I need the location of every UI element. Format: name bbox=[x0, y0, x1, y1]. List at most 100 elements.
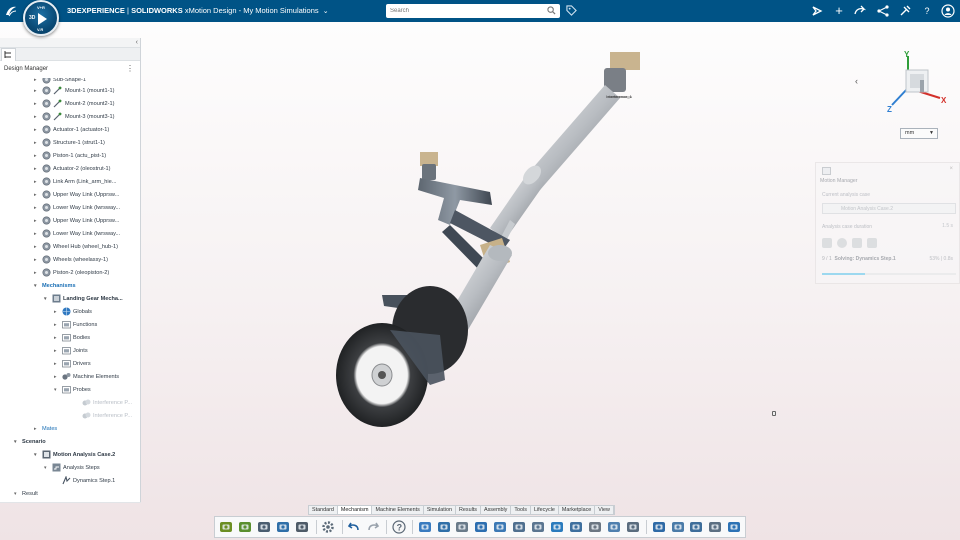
force-button[interactable] bbox=[549, 519, 566, 536]
tree-item[interactable]: ▾ Mechanisms bbox=[34, 280, 76, 292]
tree-item[interactable]: ▸ Mount-1 (mount1-1) bbox=[34, 85, 114, 97]
tree-item[interactable]: ▸ Mount-3 (mount3-1) bbox=[34, 111, 114, 123]
tab-machine-elements[interactable]: Machine Elements bbox=[372, 506, 424, 514]
fixed-body-button[interactable] bbox=[435, 519, 452, 536]
damper-button[interactable] bbox=[530, 519, 547, 536]
settings-gear-button[interactable] bbox=[320, 519, 337, 536]
help-icon[interactable]: ? bbox=[920, 4, 934, 18]
tree-item[interactable]: ▸ Upper Way Link (Upprsw... bbox=[34, 215, 119, 227]
collapse-arrow-icon[interactable]: ▾ bbox=[44, 462, 52, 474]
tree-item[interactable]: ▸ Bodies bbox=[54, 332, 90, 344]
chevron-down-icon[interactable]: ⌄ bbox=[323, 8, 329, 15]
expand-arrow-icon[interactable]: ▸ bbox=[34, 124, 42, 136]
tree-item[interactable]: ▸ Mount-2 (mount2-1) bbox=[34, 98, 114, 110]
interference-annotation[interactable]: Interference_1 bbox=[606, 94, 633, 99]
tree-item[interactable]: ▸ Lower Way Link (lwrsway... bbox=[34, 202, 120, 214]
share-icon[interactable] bbox=[810, 4, 824, 18]
tree-item[interactable]: Interference P... bbox=[74, 397, 132, 409]
stop-icon[interactable] bbox=[837, 238, 847, 248]
tree-item[interactable]: Dynamics Step.1 bbox=[54, 475, 115, 487]
expand-arrow-icon[interactable]: ▸ bbox=[54, 371, 62, 383]
unit-dropdown[interactable]: mm ▼ bbox=[900, 128, 938, 139]
tools-icon[interactable] bbox=[898, 4, 912, 18]
tree-item[interactable]: ▸ Actuator-2 (oleostrut-1) bbox=[34, 163, 111, 175]
revolute-joint-button[interactable] bbox=[454, 519, 471, 536]
expand-arrow-icon[interactable]: ▸ bbox=[34, 98, 42, 110]
expand-arrow-icon[interactable]: ▸ bbox=[34, 215, 42, 227]
tree-item[interactable]: ▾ Scenario bbox=[14, 436, 46, 448]
slider-joint-button[interactable] bbox=[473, 519, 490, 536]
tree-item[interactable]: ▸ Joints bbox=[54, 345, 88, 357]
dassault-logo-icon[interactable] bbox=[4, 4, 18, 18]
search-icon[interactable] bbox=[547, 6, 556, 15]
mechanism-button[interactable] bbox=[218, 519, 235, 536]
expand-arrow-icon[interactable]: ▸ bbox=[34, 202, 42, 214]
navigation-cube[interactable]: Y X Z bbox=[880, 50, 950, 120]
tree-item[interactable]: ▸ Mates bbox=[34, 423, 57, 435]
search-box[interactable] bbox=[386, 4, 560, 18]
probe-button[interactable] bbox=[669, 519, 686, 536]
expand-arrow-icon[interactable]: ▸ bbox=[34, 241, 42, 253]
expand-arrow-icon[interactable]: ▸ bbox=[54, 332, 62, 344]
collapse-arrow-icon[interactable]: ▾ bbox=[54, 384, 62, 396]
forward-icon[interactable] bbox=[853, 4, 867, 18]
export-button[interactable] bbox=[726, 519, 743, 536]
tab-standard[interactable]: Standard bbox=[309, 506, 338, 514]
current-case-dropdown[interactable]: Motion Analysis Case.2 bbox=[822, 203, 956, 214]
play-icon[interactable] bbox=[38, 13, 47, 25]
tree-item[interactable]: ▾ Motion Analysis Case.2 bbox=[34, 449, 115, 461]
expand-arrow-icon[interactable]: ▸ bbox=[34, 111, 42, 123]
collapse-arrow-icon[interactable]: ▾ bbox=[14, 436, 22, 448]
expand-arrow-icon[interactable]: ▸ bbox=[54, 319, 62, 331]
tree-item[interactable]: ▸ Wheel Hub (wheel_hub-1) bbox=[34, 241, 118, 253]
tab-tree[interactable] bbox=[1, 48, 16, 61]
collapse-arrow-icon[interactable]: ▾ bbox=[34, 280, 42, 292]
update-button[interactable] bbox=[294, 519, 311, 536]
tree-item[interactable]: ▸ Link Arm (Link_arm_hie... bbox=[34, 176, 116, 188]
refresh-button[interactable] bbox=[275, 519, 292, 536]
collapse-panel-icon[interactable]: ‹ bbox=[136, 39, 138, 46]
close-icon[interactable]: × bbox=[949, 166, 953, 172]
tab-lifecycle[interactable]: Lifecycle bbox=[531, 506, 559, 514]
tab-results[interactable]: Results bbox=[456, 506, 481, 514]
collapse-arrow-icon[interactable]: ▾ bbox=[44, 293, 52, 305]
undo-button[interactable] bbox=[346, 519, 363, 536]
rigid-body-button[interactable] bbox=[416, 519, 433, 536]
more-options-icon[interactable]: ⋮ bbox=[126, 64, 134, 73]
tab-marketplace[interactable]: Marketplace bbox=[559, 506, 596, 514]
expand-arrow-icon[interactable]: ▸ bbox=[34, 176, 42, 188]
tree-item[interactable]: Interference P... bbox=[74, 410, 132, 422]
collapse-arrow-icon[interactable]: ▾ bbox=[34, 449, 42, 461]
expand-arrow-icon[interactable]: ▸ bbox=[34, 150, 42, 162]
replay-icon[interactable] bbox=[867, 238, 877, 248]
expand-arrow-icon[interactable]: ▸ bbox=[34, 137, 42, 149]
help-button[interactable]: ? bbox=[390, 519, 407, 536]
expand-arrow-icon[interactable]: ▸ bbox=[34, 189, 42, 201]
contact-button[interactable] bbox=[587, 519, 604, 536]
tab-assembly[interactable]: Assembly bbox=[481, 506, 512, 514]
tree-item[interactable]: ▸ Upper Way Link (Upprsw... bbox=[34, 189, 119, 201]
cylindrical-joint-button[interactable] bbox=[492, 519, 509, 536]
sensor-button[interactable] bbox=[650, 519, 667, 536]
mechanism-auto-button[interactable] bbox=[237, 519, 254, 536]
tree-item[interactable]: ▸ Piston-1 (actu_pist-1) bbox=[34, 150, 106, 162]
tree-item[interactable]: ▾ Result bbox=[14, 488, 38, 500]
cam-button[interactable] bbox=[624, 519, 641, 536]
tab-tools[interactable]: Tools bbox=[511, 506, 531, 514]
expand-arrow-icon[interactable]: ▸ bbox=[54, 306, 62, 318]
spring-button[interactable] bbox=[511, 519, 528, 536]
share-network-icon[interactable] bbox=[876, 4, 890, 18]
pause-icon[interactable] bbox=[822, 238, 832, 248]
landing-gear-model[interactable]: Interference_1 bbox=[320, 40, 660, 440]
expand-arrow-icon[interactable]: ▸ bbox=[34, 228, 42, 240]
tree-item[interactable]: ▸ Wheels (wheelassy-1) bbox=[34, 254, 108, 266]
interference-button[interactable] bbox=[707, 519, 724, 536]
tree-item[interactable]: ▸ Drivers bbox=[54, 358, 91, 370]
previous-view-icon[interactable]: ‹ bbox=[855, 76, 858, 86]
add-icon[interactable]: + bbox=[832, 4, 846, 18]
user-icon[interactable] bbox=[941, 4, 955, 18]
torque-button[interactable] bbox=[568, 519, 585, 536]
tag-icon[interactable] bbox=[566, 5, 577, 16]
tree-item[interactable]: ▸ Globals bbox=[54, 306, 92, 318]
expand-arrow-icon[interactable]: ▸ bbox=[54, 345, 62, 357]
